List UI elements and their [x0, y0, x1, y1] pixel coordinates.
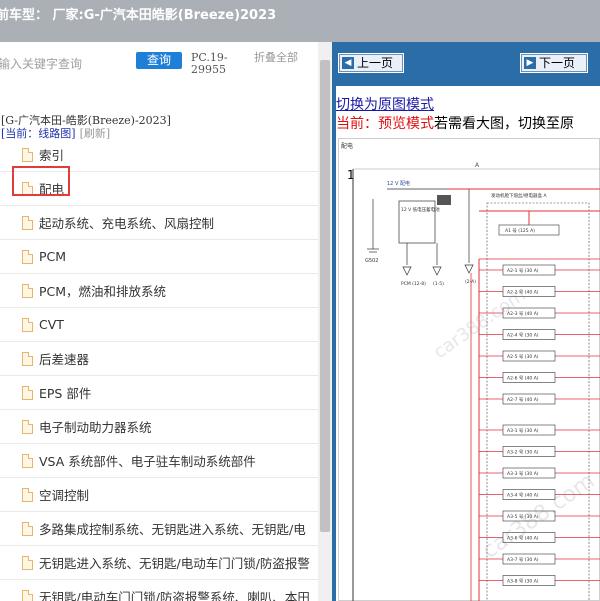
fuse-main-label: A1 号 (125 A): [505, 228, 535, 234]
tree-item-label: 后差速器: [39, 352, 90, 367]
fuse-label: A3-7 号 (30 A): [507, 557, 539, 563]
battery-supply-label: 12 V 配电: [387, 180, 410, 187]
vehicle-title: 前车型： 厂家:G-广汽本田皓影(Breeze)2023: [0, 8, 277, 23]
fuse-label: A2-7 号 (40 A): [507, 397, 539, 403]
ground-label: G502: [365, 258, 378, 264]
fuse-label: A3-3 号 (30 A): [507, 471, 539, 477]
viewer-toolbar: ◀ 上一页 ▶ 下一页: [336, 42, 600, 86]
next-page-button[interactable]: ▶ 下一页: [520, 53, 588, 73]
tree-item-label: 无钥匙/电动车门门锁/防盗报警系统、喇叭、本田: [39, 590, 310, 601]
fuse-label: A3-1 号 (30 A): [507, 428, 539, 434]
tree-item-label: EPS 部件: [39, 386, 92, 401]
document-icon: [22, 385, 33, 400]
tree-item-label: 空调控制: [39, 488, 90, 503]
tree-item-label: CVT: [39, 317, 64, 332]
document-icon: [22, 521, 33, 536]
left-arrow-icon: ◀: [342, 57, 354, 69]
document-icon: [22, 419, 33, 434]
mode-status-hint: 若需看大图，切换至原: [434, 116, 574, 132]
tree-list: 索引 配电 起动系统、充电系统、风扇控制 PCM PCM，燃油和排放系统 CVT 后差速器 E…: [0, 138, 318, 601]
tree-item-label: 起动系统、充电系统、风扇控制: [39, 216, 215, 231]
tree-item-label: 电子制动助力器系统: [39, 420, 152, 435]
document-icon: [22, 351, 33, 366]
connector-arrow-1: [402, 266, 412, 276]
diagram-col-label: A: [475, 162, 480, 169]
mode-status: 当前：预览模式若需看大图，切换至原: [336, 113, 574, 133]
prev-page-button[interactable]: ◀ 上一页: [338, 53, 404, 73]
search-input[interactable]: [0, 54, 128, 74]
fuse-label: A2-1 号 (30 A): [507, 268, 539, 274]
document-icon: [22, 317, 33, 332]
tree-item-label: PCM: [39, 249, 67, 264]
fuse-box-label: 发动机舱下熔丝/继电器盒 A: [491, 192, 547, 199]
left-panel: 查询 PC.19-29955 折叠全部 [G-广汽本田-皓影(Breeze)-2…: [0, 42, 332, 601]
tree-item[interactable]: VSA 系统部件、电子驻车制动系统部件: [0, 444, 318, 478]
document-icon: [22, 555, 33, 570]
tree-item[interactable]: 无钥匙/电动车门门锁/防盗报警系统、喇叭、本田: [0, 580, 318, 601]
window-title-bar: 前车型： 厂家:G-广汽本田皓影(Breeze)2023: [0, 0, 600, 42]
connector-label-2: (1-5): [433, 281, 444, 287]
wiring-diagram-svg: 配电 1 A 12 V 配电 12 V 低电压蓄电池 G502 PCM (12-…: [341, 142, 600, 601]
battery-label: 12 V 低电压蓄电池: [401, 206, 440, 213]
connector-label-1: PCM (12-8): [401, 281, 426, 287]
document-icon: [22, 249, 33, 264]
fuse-label: A2-6 号 (40 A): [507, 376, 539, 382]
tree-item[interactable]: EPS 部件: [0, 376, 318, 410]
fuse-label: A2-4 号 (30 A): [507, 333, 539, 339]
fuse-label: A2-5 号 (30 A): [507, 354, 539, 360]
tree-item[interactable]: 电子制动助力器系统: [0, 410, 318, 444]
viewer-panel: ◀ 上一页 ▶ 下一页 切换为原图模式 当前：预览模式若需看大图，切换至原 配电 1…: [336, 42, 600, 601]
tree-item-label: 索引: [39, 148, 65, 163]
search-row: 查询 PC.19-29955 折叠全部: [0, 42, 318, 92]
search-button[interactable]: 查询: [136, 52, 182, 69]
fuse-label: A3-4 号 (40 A): [507, 493, 539, 499]
tree-item-label: PCM，燃油和排放系统: [39, 284, 167, 299]
tree-item[interactable]: PCM，燃油和排放系统: [0, 274, 318, 308]
connector-arrow-2: [432, 266, 442, 276]
fuse-group-a2: A2-1 号 (30 A)A2-2 号 (40 A)A2-3 号 (40 A)A…: [479, 264, 600, 405]
tree-item-label: 多路集成控制系统、无钥匙进入系统、无钥匙/电: [39, 522, 306, 537]
tree-item[interactable]: 起动系统、充电系统、风扇控制: [0, 206, 318, 240]
document-icon: [22, 453, 33, 468]
left-scrollbar[interactable]: [318, 42, 332, 601]
tree-item[interactable]: 空调控制: [0, 478, 318, 512]
document-icon: [22, 487, 33, 502]
fuse-label: A3-8 号 (30 A): [507, 579, 539, 585]
selection-highlight: [12, 166, 70, 196]
right-arrow-icon: ▶: [524, 57, 536, 69]
pc-code: PC.19-29955: [191, 51, 228, 76]
fuse-label: A3-2 号 (30 A): [507, 450, 539, 456]
tree-item-label: 无钥匙进入系统、无钥匙/电动车门门锁/防盗报警: [39, 556, 310, 571]
tree-item[interactable]: 多路集成控制系统、无钥匙进入系统、无钥匙/电: [0, 512, 318, 546]
document-icon: [22, 283, 33, 298]
switch-original-mode-link[interactable]: 切换为原图模式: [336, 94, 434, 114]
wiring-diagram[interactable]: 配电 1 A 12 V 配电 12 V 低电压蓄电池 G502 PCM (12-…: [338, 138, 600, 601]
scrollbar-thumb[interactable]: [320, 60, 330, 532]
document-icon: [22, 215, 33, 230]
prev-page-label: 上一页: [357, 56, 394, 70]
tree-item-label: VSA 系统部件、电子驻车制动系统部件: [39, 454, 256, 469]
next-page-label: 下一页: [539, 56, 576, 70]
tree-item[interactable]: 无钥匙进入系统、无钥匙/电动车门门锁/防盗报警: [0, 546, 318, 580]
diagram-title: 配电: [341, 142, 353, 150]
collapse-all-link[interactable]: 折叠全部: [254, 52, 298, 64]
document-icon: [22, 147, 33, 162]
document-icon: [22, 589, 33, 601]
tree-item[interactable]: 后差速器: [0, 342, 318, 376]
sensor-block: [437, 195, 451, 205]
tree-item[interactable]: CVT: [0, 308, 318, 342]
tree-item[interactable]: PCM: [0, 240, 318, 274]
connector-arrow-3: [464, 264, 474, 274]
mode-status-current: 当前：预览模式: [336, 116, 434, 132]
